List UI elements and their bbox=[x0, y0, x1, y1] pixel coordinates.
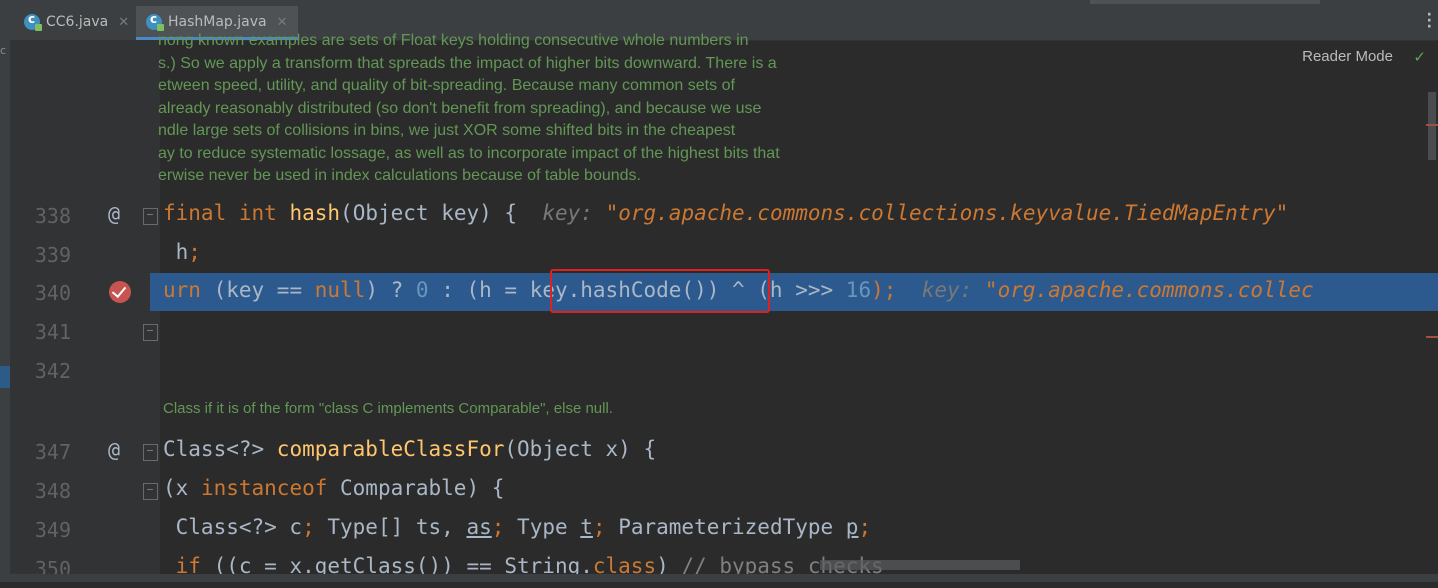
fold-icon[interactable] bbox=[143, 444, 158, 461]
line-number: 338 bbox=[34, 204, 71, 228]
doc-line: ndle large sets of collisions in bins, w… bbox=[158, 122, 736, 139]
checkmark-icon[interactable]: ✓ bbox=[1413, 48, 1426, 66]
status-bar bbox=[0, 574, 1438, 582]
override-at-icon[interactable]: @ bbox=[108, 202, 120, 226]
doc-line: erwise never be used in index calculatio… bbox=[158, 167, 641, 184]
doc-line: ay to reduce systematic lossage, as well… bbox=[158, 144, 780, 162]
code-text: (x instanceof Comparable) { bbox=[163, 476, 505, 500]
doc-comment-2: Class if it is of the form "class C impl… bbox=[163, 400, 613, 417]
code-line-349: 349 Class<?> c; Type[] ts, as; Type t; P… bbox=[0, 510, 1438, 549]
error-stripe-marker[interactable] bbox=[1426, 336, 1438, 338]
tab-bar-strip bbox=[1090, 0, 1320, 4]
code-line-350: 350 if ((c = x.getClass()) == String.cla… bbox=[0, 549, 1438, 588]
code-line-338: 338 @ final int hash(Object key) { key: … bbox=[0, 196, 1438, 235]
line-number: 339 bbox=[34, 243, 71, 267]
override-at-icon[interactable]: @ bbox=[108, 438, 120, 462]
fold-icon[interactable] bbox=[143, 208, 158, 225]
tab-cc6[interactable]: CC6.java ✕ bbox=[24, 6, 129, 38]
code-text: Class<?> c; Type[] ts, as; Type t; Param… bbox=[163, 515, 872, 539]
tab-label: HashMap.java bbox=[168, 14, 267, 30]
breakpoint-icon[interactable] bbox=[109, 281, 131, 303]
doc-line: s.) So we apply a transform that spreads… bbox=[158, 54, 777, 72]
close-icon[interactable]: ✕ bbox=[118, 15, 129, 30]
more-menu-icon[interactable]: · · · bbox=[1427, 8, 1432, 34]
code-line-342: 342 bbox=[0, 351, 1438, 390]
code-text: Class<?> comparableClassFor(Object x) { bbox=[163, 437, 657, 461]
close-icon[interactable]: ✕ bbox=[277, 15, 288, 30]
horizontal-scrollbar[interactable] bbox=[820, 560, 1020, 570]
reader-mode-button[interactable]: Reader Mode bbox=[1302, 48, 1393, 65]
tab-label: CC6.java bbox=[46, 14, 109, 30]
doc-line: already reasonably distributed (so don't… bbox=[158, 99, 762, 117]
vertical-scrollbar[interactable] bbox=[1428, 92, 1436, 160]
line-number: 348 bbox=[34, 479, 71, 503]
highlight-box bbox=[550, 269, 770, 313]
line-number: 341 bbox=[34, 320, 71, 344]
code-text: h; bbox=[163, 240, 201, 264]
code-line-347: 347 @ Class<?> comparableClassFor(Object… bbox=[0, 432, 1438, 471]
line-number: 347 bbox=[34, 440, 71, 464]
line-number: 340 bbox=[34, 281, 71, 305]
c-class-icon bbox=[146, 12, 164, 31]
code-text: final int hash(Object key) { key: "org.a… bbox=[163, 201, 1289, 225]
code-line-348: 348 (x instanceof Comparable) { bbox=[0, 471, 1438, 510]
fold-icon[interactable] bbox=[143, 483, 158, 500]
c-class-icon bbox=[24, 12, 42, 31]
doc-line: etween speed, utility, and quality of bi… bbox=[158, 77, 735, 94]
line-number: 349 bbox=[34, 518, 71, 542]
doc-line: nong known examples are sets of Float ke… bbox=[158, 32, 749, 49]
doc-comment: nong known examples are sets of Float ke… bbox=[158, 30, 858, 188]
error-stripe-marker[interactable] bbox=[1426, 124, 1438, 126]
code-line-341: 341 bbox=[0, 312, 1438, 351]
left-strip-text: c bbox=[0, 44, 7, 57]
line-number: 342 bbox=[34, 359, 71, 383]
fold-icon[interactable] bbox=[143, 324, 158, 341]
